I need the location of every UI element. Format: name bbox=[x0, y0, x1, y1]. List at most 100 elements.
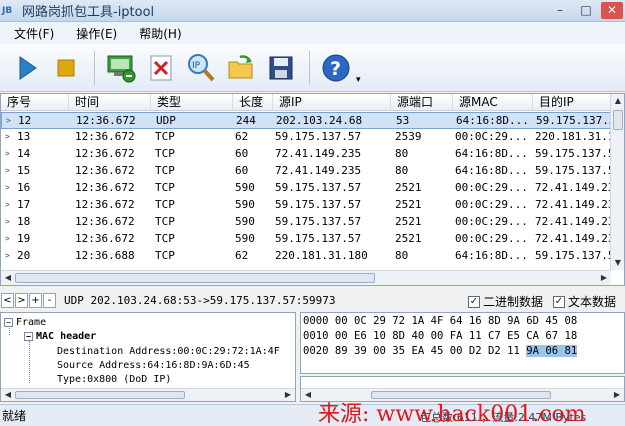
filter-button[interactable] bbox=[103, 50, 139, 86]
table-row[interactable]: >17 12:36.672 TCP 590 59.175.137.57 2521 00:0C… bbox=[1, 197, 611, 214]
row-expand-icon[interactable]: > bbox=[5, 231, 10, 247]
table-row[interactable]: >19 12:36.672 TCP 590 59.175.137.57 2521 00:0C… bbox=[1, 231, 611, 248]
table-cell: 59.175.137.5 bbox=[535, 249, 611, 262]
save-button[interactable] bbox=[263, 50, 299, 86]
vertical-scrollbar[interactable]: ▲ ▼ bbox=[610, 94, 624, 270]
open-button[interactable] bbox=[223, 50, 259, 86]
table-cell: 12:36.672 bbox=[75, 130, 135, 143]
menu-file[interactable]: 文件(F) bbox=[0, 25, 62, 42]
row-expand-icon[interactable]: > bbox=[5, 214, 10, 230]
hex-offset: 0000 bbox=[303, 315, 329, 327]
scroll-left-icon[interactable]: ◀ bbox=[1, 271, 15, 285]
checkbox-text[interactable]: ✓ bbox=[553, 295, 565, 308]
table-cell: 80 bbox=[395, 164, 409, 177]
ip-search-button[interactable]: IP bbox=[183, 50, 219, 86]
maximize-button[interactable]: □ bbox=[575, 2, 597, 19]
table-cell: TCP bbox=[155, 198, 175, 211]
menu-help[interactable]: 帮助(H) bbox=[125, 25, 189, 42]
packet-list: 序号 时间 类型 长度 源IP 源端口 源MAC 目的IP >12 12:36.6… bbox=[0, 93, 625, 286]
scroll-right-icon[interactable]: ▶ bbox=[281, 388, 295, 401]
toolbar-dropdown-icon[interactable]: ▾ bbox=[356, 75, 361, 85]
tree-scroll-thumb[interactable] bbox=[15, 391, 185, 399]
table-row[interactable]: >14 12:36.672 TCP 60 72.41.149.235 80 64:16:8D… bbox=[1, 146, 611, 163]
table-cell: 18 bbox=[17, 215, 31, 228]
collapse-icon[interactable]: − bbox=[24, 331, 33, 341]
table-row[interactable]: >15 12:36.672 TCP 60 72.41.149.235 80 64:16:8D… bbox=[1, 163, 611, 180]
text-data-label: 文本数据 bbox=[568, 295, 617, 309]
table-cell: 12:36.672 bbox=[75, 181, 135, 194]
row-expand-icon[interactable]: > bbox=[5, 146, 10, 162]
close-button[interactable]: ✕ bbox=[601, 2, 623, 19]
minimize-button[interactable]: – bbox=[549, 2, 571, 19]
text-data-checkbox[interactable]: ✓ 文本数据 bbox=[553, 293, 616, 310]
column-header-src-port[interactable]: 源端口 bbox=[391, 94, 453, 111]
scroll-left-icon[interactable]: ◀ bbox=[301, 388, 315, 401]
tree-node-frame[interactable]: − Frame bbox=[4, 316, 46, 330]
table-cell: 590 bbox=[235, 198, 255, 211]
table-cell: 59.175.137.5 bbox=[536, 114, 612, 127]
table-cell: TCP bbox=[155, 215, 175, 228]
protocol-tree-panel: − Frame − MAC header Destination Address:0… bbox=[0, 312, 296, 402]
expand-all-button[interactable]: + bbox=[29, 292, 42, 308]
row-expand-icon[interactable]: > bbox=[5, 163, 10, 179]
table-cell: 59.175.137.5 bbox=[535, 147, 611, 160]
tree-leaf-type[interactable]: Type:0x800 (DoD IP) bbox=[57, 373, 171, 387]
row-expand-icon[interactable]: > bbox=[5, 248, 10, 264]
horizontal-scroll-thumb[interactable] bbox=[15, 273, 375, 283]
window-title: 网路岗抓包工具-iptool bbox=[22, 5, 155, 20]
menu-operate[interactable]: 操作(E) bbox=[62, 25, 125, 42]
scroll-left-icon[interactable]: ◀ bbox=[1, 388, 15, 401]
table-cell: 62 bbox=[235, 130, 249, 143]
scroll-down-icon[interactable]: ▼ bbox=[611, 256, 624, 270]
column-header-src-mac[interactable]: 源MAC bbox=[453, 94, 533, 111]
start-capture-button[interactable] bbox=[8, 50, 44, 86]
column-header-type[interactable]: 类型 bbox=[151, 94, 233, 111]
table-row[interactable]: >20 12:36.688 TCP 62 220.181.31.180 80 64:16:8… bbox=[1, 248, 611, 265]
table-row[interactable]: >18 12:36.672 TCP 590 59.175.137.57 2521 00:0C… bbox=[1, 214, 611, 231]
column-header-seq[interactable]: 序号 bbox=[1, 94, 69, 111]
collapse-icon[interactable]: − bbox=[4, 317, 13, 327]
table-cell: 12 bbox=[18, 114, 32, 127]
hex-bytes-highlighted: 9A 06 81 bbox=[526, 345, 578, 357]
table-row[interactable]: >13 12:36.672 TCP 62 59.175.137.57 2539 00:0C:… bbox=[1, 129, 611, 146]
tree-leaf-destination[interactable]: Destination Address:00:0C:29:72:1A:4F bbox=[57, 345, 280, 359]
table-cell: 220.181.31.180 bbox=[275, 249, 368, 262]
help-icon: ? bbox=[322, 54, 350, 81]
vertical-scroll-thumb[interactable] bbox=[613, 110, 623, 130]
next-packet-button[interactable]: > bbox=[15, 292, 28, 308]
clear-button[interactable] bbox=[143, 50, 179, 86]
horizontal-scrollbar[interactable]: ◀ ▶ bbox=[1, 270, 611, 285]
table-cell: 53 bbox=[396, 114, 410, 127]
row-expand-icon[interactable]: > bbox=[5, 197, 10, 213]
scroll-right-icon[interactable]: ▶ bbox=[597, 271, 611, 285]
table-cell: TCP bbox=[155, 164, 175, 177]
hex-dump-panel: 0000 00 0C 29 72 1A 4F 64 16 8D 9A 6D 45… bbox=[300, 312, 625, 374]
column-header-src-ip[interactable]: 源IP bbox=[273, 94, 391, 111]
tree-leaf-source[interactable]: Source Address:64:16:8D:9A:6D:45 bbox=[57, 359, 250, 373]
stop-capture-button[interactable] bbox=[48, 50, 84, 86]
table-row[interactable]: >12 12:36.672 UDP 244 202.103.24.68 53 64:16:8… bbox=[1, 112, 612, 129]
row-expand-icon[interactable]: > bbox=[5, 180, 10, 196]
table-row[interactable]: >16 12:36.672 TCP 590 59.175.137.57 2521 00:0C… bbox=[1, 180, 611, 197]
row-expand-icon[interactable]: > bbox=[5, 129, 10, 145]
tree-node-mac-header[interactable]: − MAC header bbox=[24, 330, 96, 344]
column-header-time[interactable]: 时间 bbox=[69, 94, 151, 111]
collapse-all-button[interactable]: - bbox=[43, 292, 56, 308]
column-header-dst-ip[interactable]: 目的IP bbox=[533, 94, 611, 111]
table-cell: 72.41.149.235 bbox=[275, 164, 362, 177]
ip-search-icon: IP bbox=[188, 53, 215, 81]
column-header-length[interactable]: 长度 bbox=[233, 94, 273, 111]
table-cell: 17 bbox=[17, 198, 31, 211]
table-cell: 64:16:8D... bbox=[455, 147, 528, 160]
tree-horizontal-scrollbar[interactable]: ◀ ▶ bbox=[1, 388, 295, 401]
table-cell: 244 bbox=[236, 114, 256, 127]
scroll-up-icon[interactable]: ▲ bbox=[611, 94, 624, 108]
checkbox-binary[interactable]: ✓ bbox=[468, 295, 480, 308]
prev-packet-button[interactable]: < bbox=[1, 292, 14, 308]
help-button[interactable]: ? bbox=[318, 50, 354, 86]
hex-offset: 0010 bbox=[303, 330, 329, 342]
binary-data-checkbox[interactable]: ✓ 二进制数据 bbox=[468, 293, 543, 310]
hex-bytes: 89 39 00 35 EA 45 00 D2 D2 11 bbox=[334, 345, 527, 357]
row-expand-icon[interactable]: > bbox=[6, 113, 11, 129]
scroll-right-icon[interactable]: ▶ bbox=[610, 388, 624, 401]
